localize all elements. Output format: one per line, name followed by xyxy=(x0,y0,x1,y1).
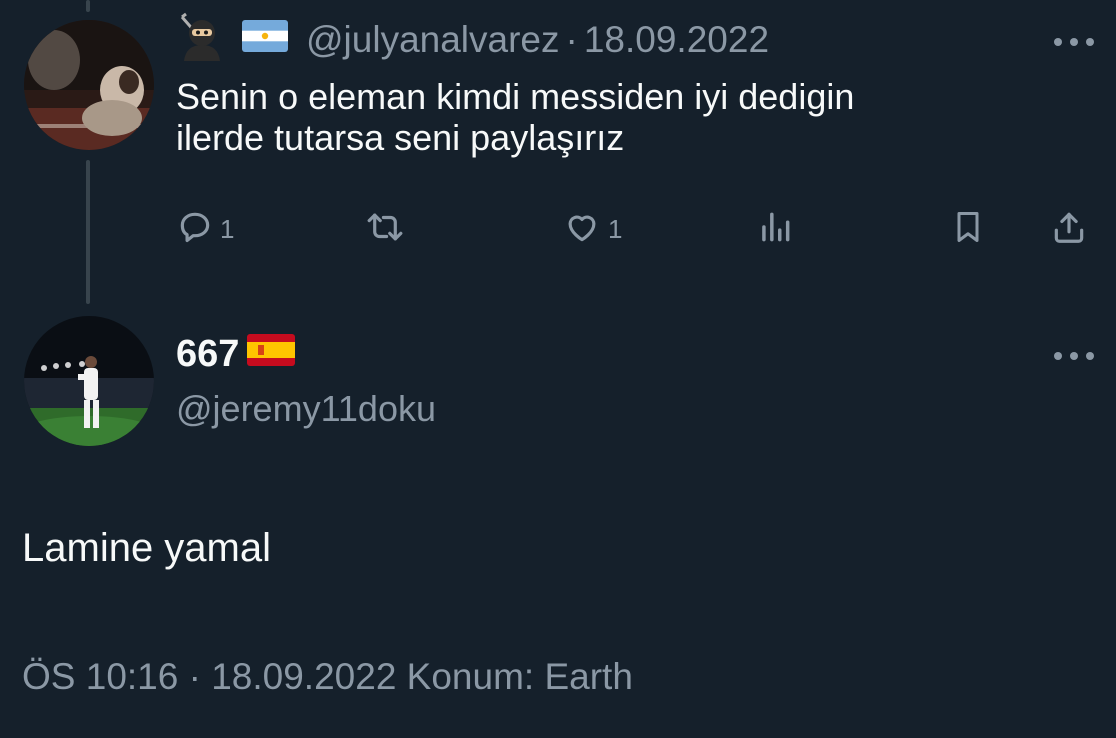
avatar[interactable] xyxy=(24,20,154,150)
argentina-flag-icon xyxy=(242,19,288,61)
main-name: 667 xyxy=(176,332,296,376)
bookmark-button[interactable] xyxy=(950,204,986,254)
thread-line-top xyxy=(86,0,90,12)
reply-count: 1 xyxy=(220,213,235,244)
main-handle[interactable]: @jeremy11doku xyxy=(176,388,436,430)
reply-button[interactable]: 1 xyxy=(176,204,234,254)
reply-header: @julyanalvarez · 18.09.2022 xyxy=(176,12,769,66)
avatar[interactable] xyxy=(24,316,154,446)
like-icon xyxy=(562,208,602,251)
more-icon[interactable] xyxy=(1054,346,1094,366)
separator: · xyxy=(565,19,578,60)
reply-text-line-2: ilerde tutarsa seni paylaşırız xyxy=(176,117,625,158)
retweet-button[interactable] xyxy=(364,204,406,254)
reply-text-line-1: Senin o eleman kimdi messiden iyi dedigi… xyxy=(176,76,855,117)
views-button[interactable] xyxy=(756,204,794,254)
tweet-meta: ÖS 10:16 · 18.09.2022 Konum: Earth xyxy=(22,656,633,697)
like-button[interactable]: 1 xyxy=(562,204,622,254)
retweet-icon xyxy=(364,208,406,251)
views-icon xyxy=(756,208,794,251)
share-icon xyxy=(1050,207,1088,252)
display-name[interactable]: 667 xyxy=(176,333,239,376)
reply-date[interactable]: 18.09.2022 xyxy=(584,19,769,61)
more-icon[interactable] xyxy=(1054,32,1094,52)
action-bar: 1 1 xyxy=(0,204,1116,254)
reply-text: Senin o eleman kimdi messiden iyi dedigi… xyxy=(176,76,1056,158)
ninja-emoji-icon xyxy=(176,11,226,70)
reply-icon xyxy=(176,208,214,251)
share-button[interactable] xyxy=(1050,204,1088,254)
spain-flag-icon xyxy=(247,333,296,376)
like-count: 1 xyxy=(608,213,623,244)
bookmark-icon xyxy=(950,207,986,252)
main-text: Lamine yamal xyxy=(22,526,272,570)
reply-handle[interactable]: @julyanalvarez xyxy=(306,19,560,61)
